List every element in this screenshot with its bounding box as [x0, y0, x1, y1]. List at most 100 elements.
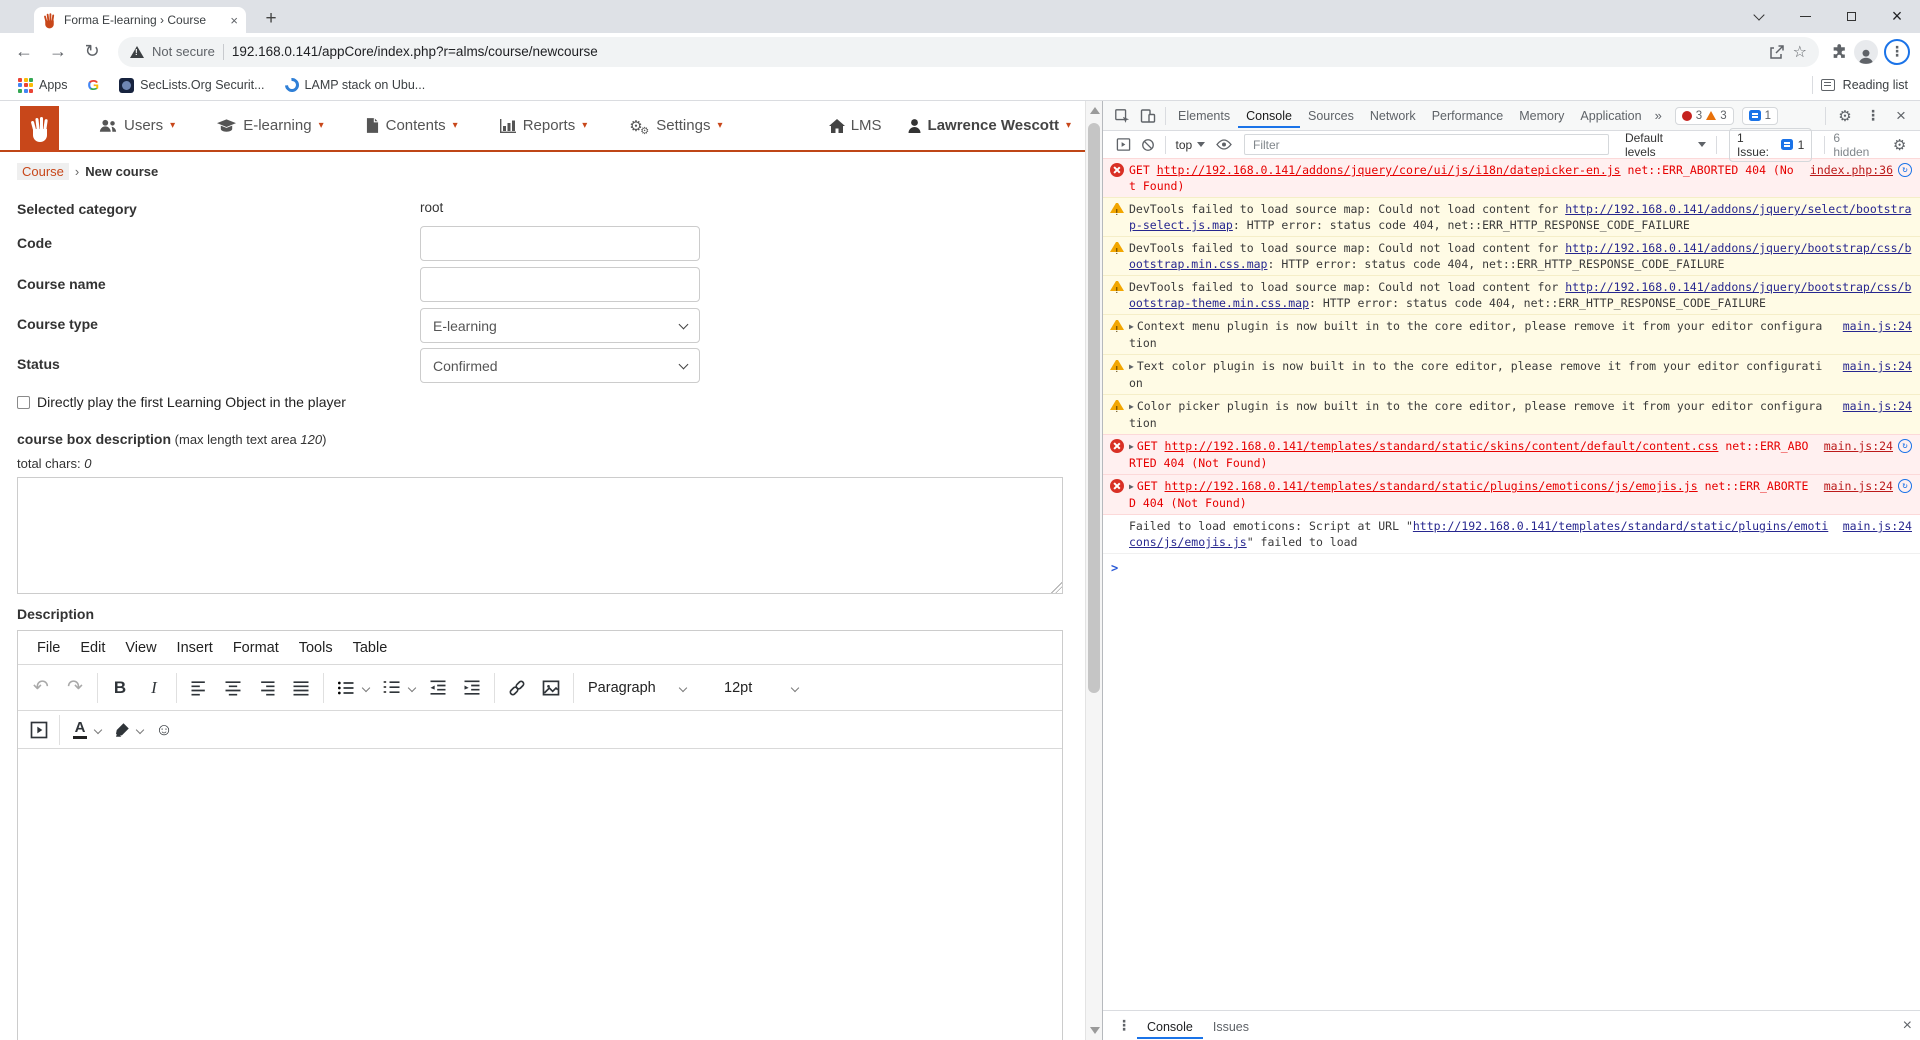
expand-arrow-icon[interactable]: ▶	[1129, 402, 1134, 411]
devtools-tab-elements[interactable]: Elements	[1170, 103, 1238, 128]
menu-format[interactable]: Format	[224, 636, 288, 660]
source-link[interactable]: main.js:24	[1843, 518, 1912, 534]
course-type-select[interactable]: E-learning	[420, 308, 700, 343]
font-size-dropdown[interactable]: 12pt	[715, 671, 813, 705]
issues-badge[interactable]: 1	[1742, 107, 1778, 125]
nav-contents[interactable]: Contents ▾	[345, 117, 479, 134]
expand-arrow-icon[interactable]: ▶	[1129, 442, 1134, 451]
devtools-tab-application[interactable]: Application	[1572, 103, 1649, 128]
numbered-list-button[interactable]	[375, 671, 409, 705]
expand-arrow-icon[interactable]: ▶	[1129, 322, 1134, 331]
menu-edit[interactable]: Edit	[71, 636, 114, 660]
more-tabs-button[interactable]: »	[1650, 108, 1667, 123]
extensions-puzzle-icon[interactable]	[1831, 43, 1848, 60]
context-selector[interactable]: top	[1170, 138, 1212, 152]
nav-reports[interactable]: Reports ▾	[479, 117, 609, 134]
drawer-tab-console[interactable]: Console	[1137, 1013, 1203, 1039]
bookmark-google[interactable]: G	[82, 77, 106, 94]
numbered-list-chevron-icon[interactable]	[408, 683, 416, 691]
close-window-button[interactable]: ×	[1874, 0, 1920, 33]
share-icon[interactable]	[1769, 44, 1785, 60]
message-link[interactable]: http://192.168.0.141/templates/standard/…	[1165, 479, 1698, 493]
nav-users[interactable]: Users ▾	[78, 117, 196, 134]
forma-logo[interactable]	[20, 106, 59, 152]
profile-avatar[interactable]	[1854, 40, 1878, 64]
bookmark-apps[interactable]: Apps	[12, 78, 74, 93]
link-button[interactable]	[500, 671, 534, 705]
page-scrollbar[interactable]	[1085, 101, 1102, 1040]
bookmark-lamp[interactable]: LAMP stack on Ubu...	[279, 78, 432, 92]
url-text[interactable]: 192.168.0.141/appCore/index.php?r=alms/c…	[232, 44, 1761, 59]
align-right-button[interactable]	[250, 671, 284, 705]
align-justify-button[interactable]	[284, 671, 318, 705]
bullet-list-button[interactable]	[329, 671, 363, 705]
message-link[interactable]: http://192.168.0.141/templates/standard/…	[1165, 439, 1719, 453]
align-center-button[interactable]	[216, 671, 250, 705]
outdent-button[interactable]	[421, 671, 455, 705]
highlight-button[interactable]	[107, 715, 137, 745]
text-color-button[interactable]: A	[65, 715, 95, 745]
browser-tab[interactable]: Forma E-learning › Course ×	[34, 7, 246, 33]
devtools-tab-sources[interactable]: Sources	[1300, 103, 1362, 128]
code-input[interactable]	[420, 226, 700, 261]
device-toolbar-icon[interactable]	[1135, 104, 1161, 128]
drawer-menu-icon[interactable]: ⋮	[1111, 1014, 1137, 1038]
media-embed-button[interactable]	[24, 715, 54, 745]
user-menu[interactable]: Lawrence Wescott ▾	[908, 117, 1071, 134]
source-link[interactable]: main.js:24	[1824, 478, 1893, 494]
insert-image-button[interactable]	[534, 671, 568, 705]
issue-link-icon[interactable]: ↻	[1898, 439, 1912, 453]
nav-elearning[interactable]: E-learning ▾	[196, 117, 344, 134]
tab-close-icon[interactable]: ×	[230, 14, 238, 27]
source-link[interactable]: main.js:24	[1843, 318, 1912, 334]
editor-content-area[interactable]	[18, 749, 1062, 1039]
drawer-tab-issues[interactable]: Issues	[1203, 1013, 1259, 1039]
nav-lms[interactable]: LMS	[829, 117, 882, 134]
error-warning-badge[interactable]: 3 3	[1675, 107, 1734, 125]
undo-button[interactable]: ↶	[24, 671, 58, 705]
source-link[interactable]: main.js:24	[1843, 398, 1912, 414]
devtools-tab-memory[interactable]: Memory	[1511, 103, 1572, 128]
not-secure-icon[interactable]	[130, 46, 144, 58]
source-link[interactable]: main.js:24	[1843, 358, 1912, 374]
align-left-button[interactable]	[182, 671, 216, 705]
menu-view[interactable]: View	[116, 636, 165, 660]
console-settings-icon[interactable]: ⚙	[1887, 133, 1912, 157]
bookmark-star-icon[interactable]: ☆	[1793, 42, 1807, 62]
new-tab-button[interactable]: +	[258, 6, 284, 32]
menu-file[interactable]: File	[28, 636, 69, 660]
bullet-list-chevron-icon[interactable]	[362, 683, 370, 691]
bold-button[interactable]: B	[103, 671, 137, 705]
course-box-description-textarea[interactable]	[17, 477, 1063, 594]
reload-button[interactable]: ↻	[78, 38, 106, 66]
menu-insert[interactable]: Insert	[168, 636, 222, 660]
course-name-input[interactable]	[420, 267, 700, 302]
source-link[interactable]: index.php:36	[1810, 162, 1893, 178]
breadcrumb-course-link[interactable]: Course	[17, 163, 69, 180]
console-prompt[interactable]: >	[1103, 554, 1920, 582]
message-link[interactable]: http://192.168.0.141/addons/jquery/core/…	[1157, 163, 1621, 177]
status-select[interactable]: Confirmed	[420, 348, 700, 383]
clear-console-icon[interactable]	[1136, 133, 1161, 157]
bookmark-seclists[interactable]: SecLists.Org Securit...	[113, 78, 270, 93]
indent-button[interactable]	[455, 671, 489, 705]
forward-button[interactable]: →	[44, 38, 72, 66]
redo-button[interactable]: ↷	[58, 671, 92, 705]
nav-settings[interactable]: ⚙⚙ Settings ▾	[608, 117, 743, 135]
reading-list-label[interactable]: Reading list	[1843, 78, 1908, 92]
log-levels-selector[interactable]: Default levels	[1619, 131, 1712, 159]
scroll-up-icon[interactable]	[1090, 107, 1100, 114]
issues-counter[interactable]: 1 Issue: 1	[1729, 128, 1812, 162]
issue-link-icon[interactable]: ↻	[1898, 479, 1912, 493]
issue-link-icon[interactable]: ↻	[1898, 163, 1912, 177]
inspect-element-icon[interactable]	[1109, 104, 1135, 128]
text-color-chevron-icon[interactable]	[94, 725, 102, 733]
devtools-tab-network[interactable]: Network	[1362, 103, 1424, 128]
console-sidebar-icon[interactable]	[1111, 133, 1136, 157]
url-bar[interactable]: Not secure 192.168.0.141/appCore/index.p…	[118, 37, 1819, 67]
scrollbar-thumb[interactable]	[1088, 123, 1100, 693]
browser-menu-button[interactable]: ⋮	[1884, 39, 1910, 65]
back-button[interactable]: ←	[10, 38, 38, 66]
emoticon-button[interactable]: ☺	[149, 715, 179, 745]
drawer-close-icon[interactable]: ×	[1903, 1017, 1912, 1035]
